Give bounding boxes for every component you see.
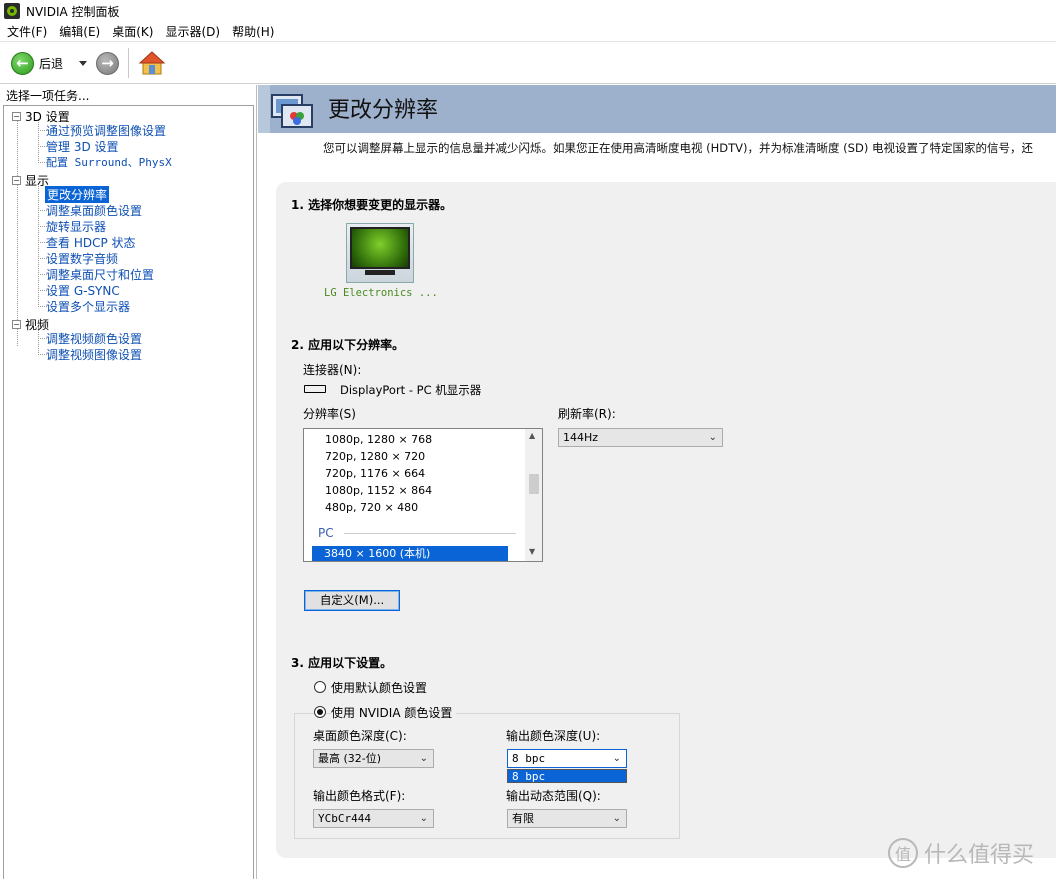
- tree-connector: [38, 119, 39, 163]
- title-bar: NVIDIA 控制面板: [0, 0, 1056, 22]
- collapse-icon[interactable]: −: [12, 176, 21, 185]
- displayport-icon: [304, 385, 326, 393]
- task-manage-3d-settings[interactable]: 管理 3D 设置: [46, 138, 119, 155]
- window-title: NVIDIA 控制面板: [26, 4, 120, 19]
- chevron-down-icon: ⌄: [419, 753, 428, 764]
- output-depth-select[interactable]: 8 bpc ⌄: [507, 749, 627, 768]
- custom-resolution-button[interactable]: 自定义(M)...: [304, 590, 400, 611]
- back-arrow-icon[interactable]: ←: [11, 51, 34, 75]
- list-item[interactable]: 720p, 1280 × 720: [325, 450, 425, 463]
- task-view-hdcp-status[interactable]: 查看 HDCP 状态: [46, 234, 136, 251]
- section-apply-resolution-title: 2. 应用以下分辨率。: [291, 338, 405, 352]
- scroll-up-icon[interactable]: ▲: [529, 431, 535, 440]
- output-depth-label: 输出颜色深度(U):: [506, 729, 601, 743]
- chevron-down-icon: ⌄: [612, 753, 621, 764]
- connector-label: 连接器(N):: [303, 363, 362, 377]
- display-thumbnail[interactable]: [346, 223, 414, 283]
- page-title: 更改分辨率: [328, 98, 439, 123]
- task-configure-surround-physx[interactable]: 配置 Surround、PhysX: [46, 154, 172, 170]
- menu-help[interactable]: 帮助(H): [226, 23, 280, 40]
- desktop-depth-label: 桌面颜色深度(C):: [313, 729, 407, 743]
- content-pane: 更改分辨率 您可以调整屏幕上显示的信息量并减少闪烁。如果您正在使用高清晰度电视 …: [258, 85, 1056, 879]
- task-change-resolution[interactable]: 更改分辨率: [45, 186, 110, 203]
- list-item[interactable]: 480p, 720 × 480: [325, 501, 418, 514]
- output-format-label: 输出颜色格式(F):: [313, 789, 406, 803]
- tree-connector: [38, 183, 39, 307]
- desktop-depth-value: 最高 (32-位): [318, 752, 382, 765]
- chevron-down-icon: ⌄: [419, 813, 428, 824]
- connector-value: DisplayPort - PC 机显示器: [340, 383, 482, 397]
- toolbar: ← 后退 →: [0, 43, 1056, 84]
- output-range-label: 输出动态范围(Q):: [506, 789, 601, 803]
- back-dropdown-icon[interactable]: [79, 60, 88, 66]
- list-item[interactable]: 1080p, 1152 × 864: [325, 484, 432, 497]
- monitor-stand: [365, 270, 395, 275]
- section-select-display-title: 1. 选择你想要变更的显示器。: [291, 198, 453, 212]
- scrollbar-thumb[interactable]: [529, 474, 539, 494]
- task-adjust-video-image[interactable]: 调整视频图像设置: [46, 346, 142, 363]
- divider: [344, 533, 516, 534]
- default-color-radio[interactable]: [314, 681, 326, 693]
- tree-group-video[interactable]: − 视频: [12, 316, 49, 333]
- nvidia-color-radio[interactable]: [314, 706, 326, 718]
- page-description: 您可以调整屏幕上显示的信息量并减少闪烁。如果您正在使用高清晰度电视 (HDTV)…: [323, 141, 1033, 155]
- task-adjust-desktop-size[interactable]: 调整桌面尺寸和位置: [46, 266, 154, 283]
- task-adjust-desktop-color[interactable]: 调整桌面颜色设置: [46, 202, 142, 219]
- task-setup-gsync[interactable]: 设置 G-SYNC: [46, 282, 120, 299]
- resolution-label: 分辨率(S): [303, 407, 356, 421]
- nvidia-logo-icon: [4, 3, 20, 19]
- default-color-label[interactable]: 使用默认颜色设置: [331, 679, 427, 696]
- watermark-text: 什么值得买: [924, 843, 1035, 868]
- scroll-down-icon[interactable]: ▼: [529, 547, 535, 556]
- task-rotate-display[interactable]: 旋转显示器: [46, 218, 106, 235]
- task-pane: 选择一项任务... − 3D 设置 通过预览调整图像设置 管理 3D 设置 配置…: [0, 85, 257, 879]
- tree-connector: [17, 120, 18, 346]
- tree-group-display[interactable]: − 显示: [12, 172, 49, 189]
- task-preview-image-settings[interactable]: 通过预览调整图像设置: [46, 122, 166, 139]
- menu-bar: 文件(F) 编辑(E) 桌面(K) 显示器(D) 帮助(H): [0, 22, 1056, 42]
- list-item[interactable]: 720p, 1176 × 664: [325, 467, 425, 480]
- task-setup-digital-audio[interactable]: 设置数字音频: [46, 250, 118, 267]
- refresh-rate-value: 144Hz: [563, 431, 599, 444]
- output-depth-value: 8 bpc: [512, 752, 546, 765]
- output-format-value: YCbCr444: [318, 812, 371, 825]
- watermark: 值 什么值得买: [888, 837, 1034, 869]
- collapse-icon[interactable]: −: [12, 112, 21, 121]
- menu-display[interactable]: 显示器(D): [159, 23, 226, 40]
- task-setup-multiple-displays[interactable]: 设置多个显示器: [46, 298, 130, 315]
- menu-edit[interactable]: 编辑(E): [53, 23, 106, 40]
- display-settings-icon: [270, 93, 316, 131]
- menu-desktop[interactable]: 桌面(K): [106, 23, 159, 40]
- watermark-logo-icon: 值: [888, 838, 918, 868]
- list-item[interactable]: 1080p, 1280 × 768: [325, 433, 432, 446]
- monitor-icon: [350, 227, 410, 269]
- resolution-group-label: PC: [318, 526, 334, 540]
- output-range-value: 有限: [512, 812, 534, 825]
- output-range-select[interactable]: 有限 ⌄: [507, 809, 627, 828]
- back-button-label[interactable]: 后退: [39, 55, 63, 72]
- menu-file[interactable]: 文件(F): [0, 23, 53, 40]
- task-adjust-video-color[interactable]: 调整视频颜色设置: [46, 330, 142, 347]
- chevron-down-icon: ⌄: [612, 813, 621, 824]
- selected-resolution[interactable]: 3840 × 1600 (本机): [312, 546, 508, 561]
- desktop-depth-select[interactable]: 最高 (32-位) ⌄: [313, 749, 434, 768]
- task-tree: − 3D 设置 通过预览调整图像设置 管理 3D 设置 配置 Surround、…: [3, 105, 254, 879]
- collapse-icon[interactable]: −: [12, 320, 21, 329]
- toolbar-separator: [128, 48, 130, 78]
- display-name[interactable]: LG Electronics ...: [324, 287, 438, 299]
- output-format-select[interactable]: YCbCr444 ⌄: [313, 809, 434, 828]
- scrollbar[interactable]: ▲ ▼: [525, 429, 542, 561]
- chevron-down-icon: ⌄: [708, 432, 717, 443]
- resolution-list[interactable]: 1080p, 1280 × 768 720p, 1280 × 720 720p,…: [303, 428, 543, 562]
- refresh-rate-label: 刷新率(R):: [558, 407, 616, 421]
- refresh-rate-select[interactable]: 144Hz ⌄: [558, 428, 723, 447]
- output-depth-option[interactable]: 8 bpc: [507, 769, 627, 783]
- section-apply-settings-title: 3. 应用以下设置。: [291, 656, 393, 670]
- home-icon[interactable]: [138, 50, 166, 76]
- nvidia-color-label[interactable]: 使用 NVIDIA 颜色设置: [331, 704, 457, 721]
- forward-arrow-icon[interactable]: →: [96, 51, 120, 75]
- task-pane-header: 选择一项任务...: [6, 89, 90, 103]
